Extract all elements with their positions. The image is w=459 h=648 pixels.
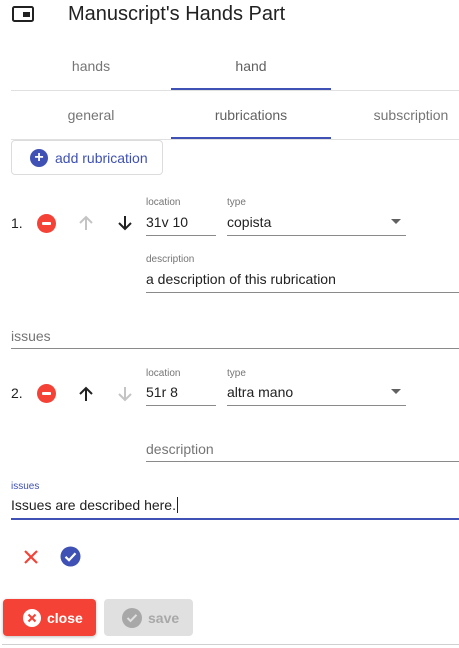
location-label: location — [146, 368, 181, 379]
close-icon[interactable] — [22, 548, 40, 566]
type-underline — [227, 405, 406, 406]
issues-textarea[interactable]: Issues are described here. — [11, 497, 178, 513]
tab-hands[interactable]: hands — [11, 56, 171, 76]
tab-subscription[interactable]: subscription — [331, 105, 459, 125]
tab-general[interactable]: general — [11, 105, 171, 125]
check-circle-icon[interactable] — [60, 546, 81, 567]
location-input[interactable]: 51r 8 — [146, 384, 178, 400]
issues-underline-focused — [11, 518, 459, 520]
type-select[interactable]: copista — [227, 214, 271, 230]
check-circle-icon — [122, 607, 142, 628]
chevron-down-icon[interactable] — [391, 389, 401, 394]
move-down-icon[interactable] — [115, 213, 135, 233]
add-rubrication-label: add rubrication — [55, 149, 148, 166]
tab-rubrications[interactable]: rubrications — [171, 105, 331, 125]
add-rubrication-button[interactable]: + add rubrication — [11, 140, 163, 175]
page-title: Manuscript's Hands Part — [68, 3, 286, 25]
tab-hand[interactable]: hand — [171, 56, 331, 76]
issues-value: Issues are described here. — [11, 497, 176, 513]
top-tabs-divider — [11, 90, 459, 91]
issues-input[interactable]: issues — [11, 328, 51, 344]
location-underline — [146, 405, 216, 406]
description-input[interactable]: description — [146, 441, 214, 457]
description-label: description — [146, 254, 195, 265]
move-up-icon[interactable] — [76, 213, 96, 233]
issues-label: issues — [11, 481, 40, 492]
text-cursor — [176, 497, 178, 513]
type-underline — [227, 235, 406, 236]
description-input[interactable]: a description of this rubrication — [146, 271, 336, 287]
move-up-icon[interactable] — [76, 384, 96, 404]
close-circle-icon — [23, 608, 41, 627]
move-down-icon[interactable] — [115, 384, 135, 404]
save-label: save — [148, 609, 180, 626]
delete-rubrication-icon[interactable] — [37, 384, 56, 403]
location-label: location — [146, 197, 181, 208]
add-circle-icon: + — [30, 148, 48, 167]
save-button[interactable]: save — [104, 599, 193, 636]
description-underline — [146, 461, 459, 462]
close-label: close — [47, 609, 83, 626]
type-label: type — [227, 368, 246, 379]
description-underline — [146, 292, 459, 293]
chevron-down-icon[interactable] — [391, 219, 401, 224]
type-label: type — [227, 197, 246, 208]
type-select[interactable]: altra mano — [227, 384, 293, 400]
location-underline — [146, 235, 216, 236]
bottom-divider — [2, 644, 459, 645]
rubrication-index: 1. — [11, 215, 23, 231]
delete-rubrication-icon[interactable] — [37, 214, 56, 233]
rubrication-index: 2. — [11, 385, 23, 401]
close-button[interactable]: close — [3, 599, 96, 636]
part-window-icon — [12, 6, 34, 22]
issues-underline — [11, 348, 459, 349]
location-input[interactable]: 31v 10 — [146, 214, 188, 230]
